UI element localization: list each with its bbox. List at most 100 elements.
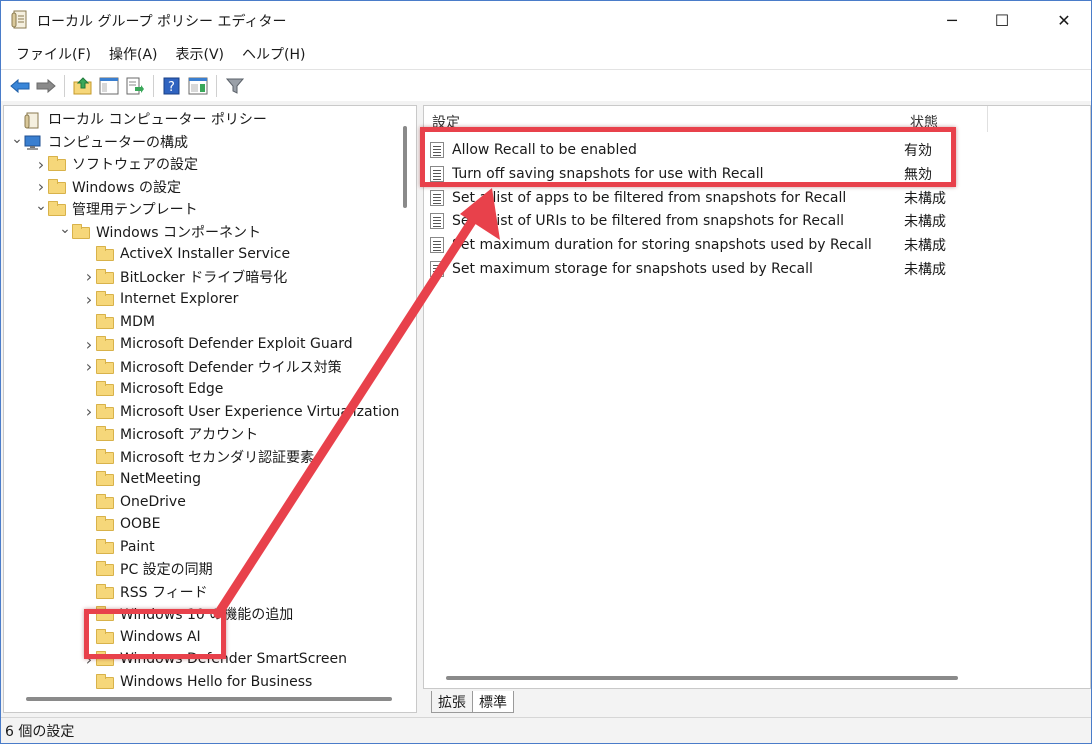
- tree-scroll-thumb[interactable]: [403, 126, 407, 208]
- close-icon: ✕: [1057, 10, 1071, 30]
- policy-name: Set a list of URIs to be filtered from s…: [452, 213, 845, 230]
- highlight-box-windows-ai: [84, 609, 226, 659]
- chevron-down-icon[interactable]: ⌄: [34, 195, 48, 217]
- folder-icon: [96, 426, 114, 441]
- properties-button[interactable]: [185, 73, 211, 99]
- tree-item[interactable]: Microsoft アカウント: [82, 423, 258, 445]
- help-button[interactable]: ?: [159, 73, 185, 99]
- tree-item-label: Microsoft Defender Exploit Guard: [120, 336, 353, 352]
- back-button[interactable]: [7, 73, 33, 99]
- chevron-right-icon[interactable]: ›: [82, 266, 96, 288]
- title-bar: ローカル グループ ポリシー エディター ─ ☐ ✕: [1, 1, 1091, 39]
- tree-item[interactable]: › ソフトウェアの設定: [34, 153, 198, 175]
- chevron-right-icon[interactable]: ›: [34, 153, 48, 175]
- tree-item[interactable]: Microsoft セカンダリ認証要素: [82, 446, 314, 468]
- menu-bar: ファイル(F) 操作(A) 表示(V) ヘルプ(H): [1, 39, 1091, 69]
- highlight-box-recall-policies: [420, 127, 956, 187]
- toolbar-separator: [64, 74, 65, 97]
- folder-icon: [96, 448, 114, 464]
- tree-item[interactable]: Windows Hello for Business: [82, 671, 312, 693]
- forward-button[interactable]: [33, 73, 59, 99]
- tree-item[interactable]: › Microsoft Defender Exploit Guard: [82, 333, 353, 355]
- folder-icon: [96, 471, 114, 486]
- tree-item[interactable]: ローカル コンピューター ポリシー: [10, 108, 267, 130]
- tree-item[interactable]: MDM: [82, 311, 155, 333]
- policy-row[interactable]: Set a list of URIs to be filtered from s…: [430, 210, 1070, 232]
- chevron-right-icon[interactable]: ›: [82, 356, 96, 378]
- menu-view[interactable]: 表示(V): [167, 44, 234, 64]
- folder-icon: [96, 381, 114, 396]
- tree-item-label: Microsoft セカンダリ認証要素: [120, 449, 315, 466]
- tree-vertical-scrollbar[interactable]: [400, 106, 410, 706]
- tree-horizontal-scrollbar[interactable]: [26, 697, 392, 701]
- status-text: 6 個の設定: [5, 723, 75, 740]
- chevron-right-icon[interactable]: ›: [82, 333, 96, 355]
- tree-item[interactable]: OOBE: [82, 513, 161, 535]
- tree-item[interactable]: › Microsoft User Experience Virtualizatio…: [82, 401, 400, 423]
- policy-row[interactable]: Set maximum duration for storing snapsho…: [430, 234, 1070, 256]
- close-button[interactable]: ✕: [1041, 1, 1087, 39]
- back-arrow-icon: [10, 78, 30, 93]
- tree-item-label: BitLocker ドライブ暗号化: [120, 269, 288, 286]
- policy-row[interactable]: Set a list of apps to be filtered from s…: [430, 187, 1070, 209]
- toolbar-separator: [216, 74, 217, 97]
- folder-icon: [96, 336, 114, 351]
- tab-extended[interactable]: 拡張: [431, 691, 473, 713]
- menu-file[interactable]: ファイル(F): [7, 44, 100, 64]
- policy-row[interactable]: Set maximum storage for snapshots used b…: [430, 258, 1070, 280]
- tree-item-label: Internet Explorer: [120, 291, 239, 307]
- show-hide-tree-button[interactable]: [96, 73, 122, 99]
- folder-icon: [96, 493, 114, 509]
- tree-item[interactable]: › BitLocker ドライブ暗号化: [82, 266, 287, 288]
- tree-item[interactable]: ⌄ コンピューターの構成: [10, 131, 188, 153]
- maximize-button[interactable]: ☐: [979, 1, 1025, 39]
- policy-setting-icon: [430, 213, 444, 230]
- tree-item[interactable]: › Windows の設定: [34, 176, 181, 198]
- column-divider[interactable]: [987, 106, 988, 132]
- policy-state: 未構成: [904, 262, 946, 278]
- tree-item[interactable]: OneDrive: [82, 491, 186, 513]
- tree-item-label: ActiveX Installer Service: [120, 246, 291, 262]
- minimize-button[interactable]: ─: [929, 1, 975, 39]
- export-list-button[interactable]: [122, 73, 148, 99]
- tree-item[interactable]: ⌄ Windows コンポーネント: [58, 221, 261, 243]
- tree-item[interactable]: NetMeeting: [82, 468, 201, 490]
- tree-item[interactable]: PC 設定の同期: [82, 558, 213, 580]
- tree-item[interactable]: Paint: [82, 536, 155, 558]
- status-bar: 6 個の設定: [1, 717, 1091, 743]
- menu-help[interactable]: ヘルプ(H): [233, 44, 314, 64]
- tree-item-label: 管理用テンプレート: [72, 202, 198, 218]
- menu-action[interactable]: 操作(A): [100, 44, 167, 64]
- tab-standard[interactable]: 標準: [472, 691, 514, 713]
- policy-name: Set a list of apps to be filtered from s…: [452, 189, 847, 206]
- computer-icon: [24, 135, 42, 150]
- tree-item[interactable]: › Internet Explorer: [82, 288, 239, 310]
- tree-item[interactable]: › Microsoft Defender ウイルス対策: [82, 356, 342, 378]
- help-icon: ?: [163, 77, 180, 95]
- svg-text:?: ?: [168, 80, 175, 95]
- filter-button[interactable]: [222, 73, 248, 99]
- tree-item[interactable]: ActiveX Installer Service: [82, 243, 290, 265]
- details-horizontal-scrollbar[interactable]: [446, 676, 958, 680]
- details-pane: 設定 状態 Allow Recall to be enabled 有効 Turn o…: [423, 105, 1091, 689]
- up-one-level-button[interactable]: [70, 73, 96, 99]
- tree-item-label: ローカル コンピューター ポリシー: [48, 112, 267, 128]
- chevron-right-icon[interactable]: ›: [82, 401, 96, 423]
- tree-item[interactable]: Microsoft Edge: [82, 378, 223, 400]
- tree-item-label: OOBE: [120, 516, 161, 532]
- tree-item[interactable]: RSS フィード: [82, 581, 208, 603]
- tree-item-label: Microsoft Edge: [120, 381, 224, 397]
- tree-item-label: PC 設定の同期: [120, 562, 213, 578]
- chevron-down-icon[interactable]: ⌄: [10, 128, 24, 150]
- policy-name: Set maximum duration for storing snapsho…: [452, 237, 872, 254]
- forward-arrow-icon: [36, 78, 56, 93]
- chevron-right-icon[interactable]: ›: [82, 288, 96, 310]
- folder-icon: [96, 516, 114, 531]
- chevron-down-icon[interactable]: ⌄: [58, 218, 72, 240]
